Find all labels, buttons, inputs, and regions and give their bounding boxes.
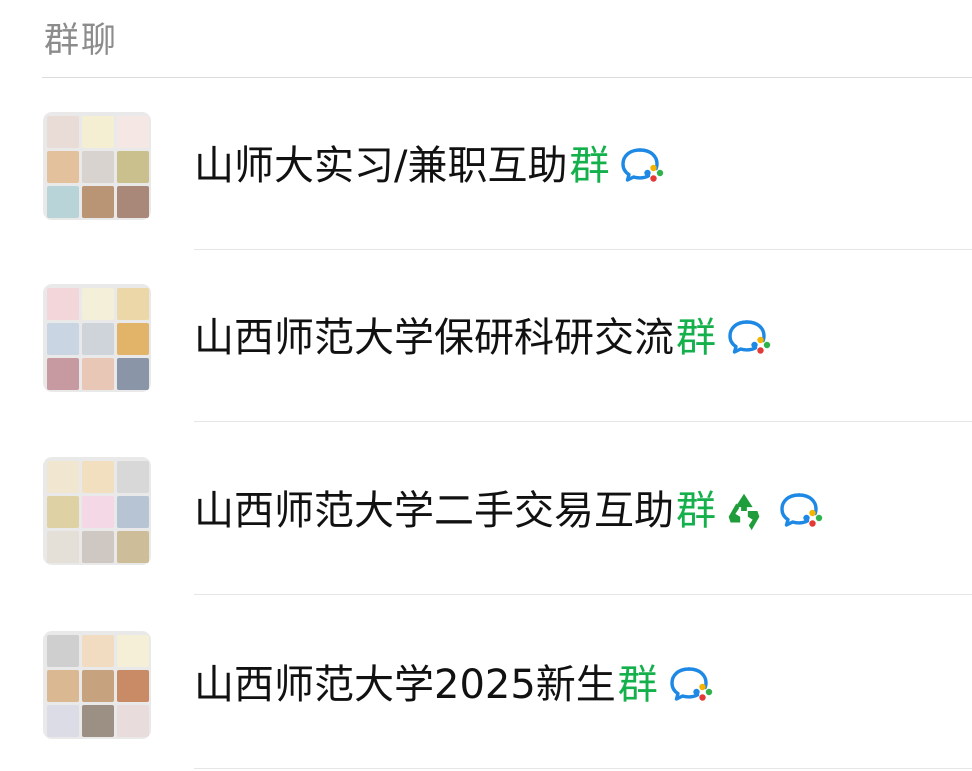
row-divider [194,594,972,595]
group-row[interactable]: 山西师范大学二手交易互助 群 [0,423,972,595]
member-avatar [117,186,149,218]
group-name-main: 山西师范大学二手交易互助 [194,488,674,534]
group-name: 山西师范大学二手交易互助 群 [194,487,826,535]
group-row[interactable]: 山西师范大学2025新生 群 [0,597,972,769]
member-avatar [47,186,79,218]
member-avatar [117,635,149,667]
member-avatar [47,151,79,183]
member-avatar [82,531,114,563]
group-avatar [43,284,151,392]
section-title: 群聊 [44,21,119,61]
member-avatar [82,116,114,148]
member-avatar [117,531,149,563]
row-divider [194,768,972,769]
group-row[interactable]: 山师大实习/兼职互助 群 [0,78,972,250]
member-avatar [82,186,114,218]
member-avatar [117,496,149,528]
wecom-group-icon [668,663,716,707]
member-avatar [47,288,79,320]
group-name-suffix: 群 [676,315,716,361]
member-avatar [117,358,149,390]
wecom-group-icon [778,489,826,533]
member-avatar [117,151,149,183]
member-avatar [47,705,79,737]
group-avatar [43,457,151,565]
member-avatar [82,496,114,528]
member-avatar [117,323,149,355]
member-avatar [82,635,114,667]
group-name-main: 山师大实习/兼职互助 [194,143,568,189]
member-avatar [47,323,79,355]
member-avatar [82,323,114,355]
group-name: 山师大实习/兼职互助 群 [194,142,667,190]
group-avatar [43,112,151,220]
member-avatar [82,288,114,320]
group-row[interactable]: 山西师范大学保研科研交流 群 [0,250,972,422]
member-avatar [117,705,149,737]
member-avatar [47,531,79,563]
member-avatar [82,358,114,390]
member-avatar [47,670,79,702]
group-name-main: 山西师范大学2025新生 [194,662,616,708]
member-avatar [47,635,79,667]
group-name-main: 山西师范大学保研科研交流 [194,315,674,361]
member-avatar [117,461,149,493]
group-name-suffix: 群 [569,143,610,189]
member-avatar [47,461,79,493]
member-avatar [47,116,79,148]
group-name: 山西师范大学2025新生 群 [194,661,716,709]
member-avatar [82,461,114,493]
member-avatar [117,670,149,702]
wecom-group-icon [726,316,774,360]
member-avatar [82,151,114,183]
member-avatar [117,116,149,148]
group-name-suffix: 群 [676,488,716,534]
wecom-group-icon [619,144,667,188]
member-avatar [47,358,79,390]
group-name-suffix: 群 [617,662,658,708]
recycle-icon [720,487,768,535]
member-avatar [82,705,114,737]
member-avatar [47,496,79,528]
group-avatar [43,631,151,739]
member-avatar [82,670,114,702]
member-avatar [117,288,149,320]
group-name: 山西师范大学保研科研交流 群 [194,314,774,362]
row-divider [194,421,972,422]
